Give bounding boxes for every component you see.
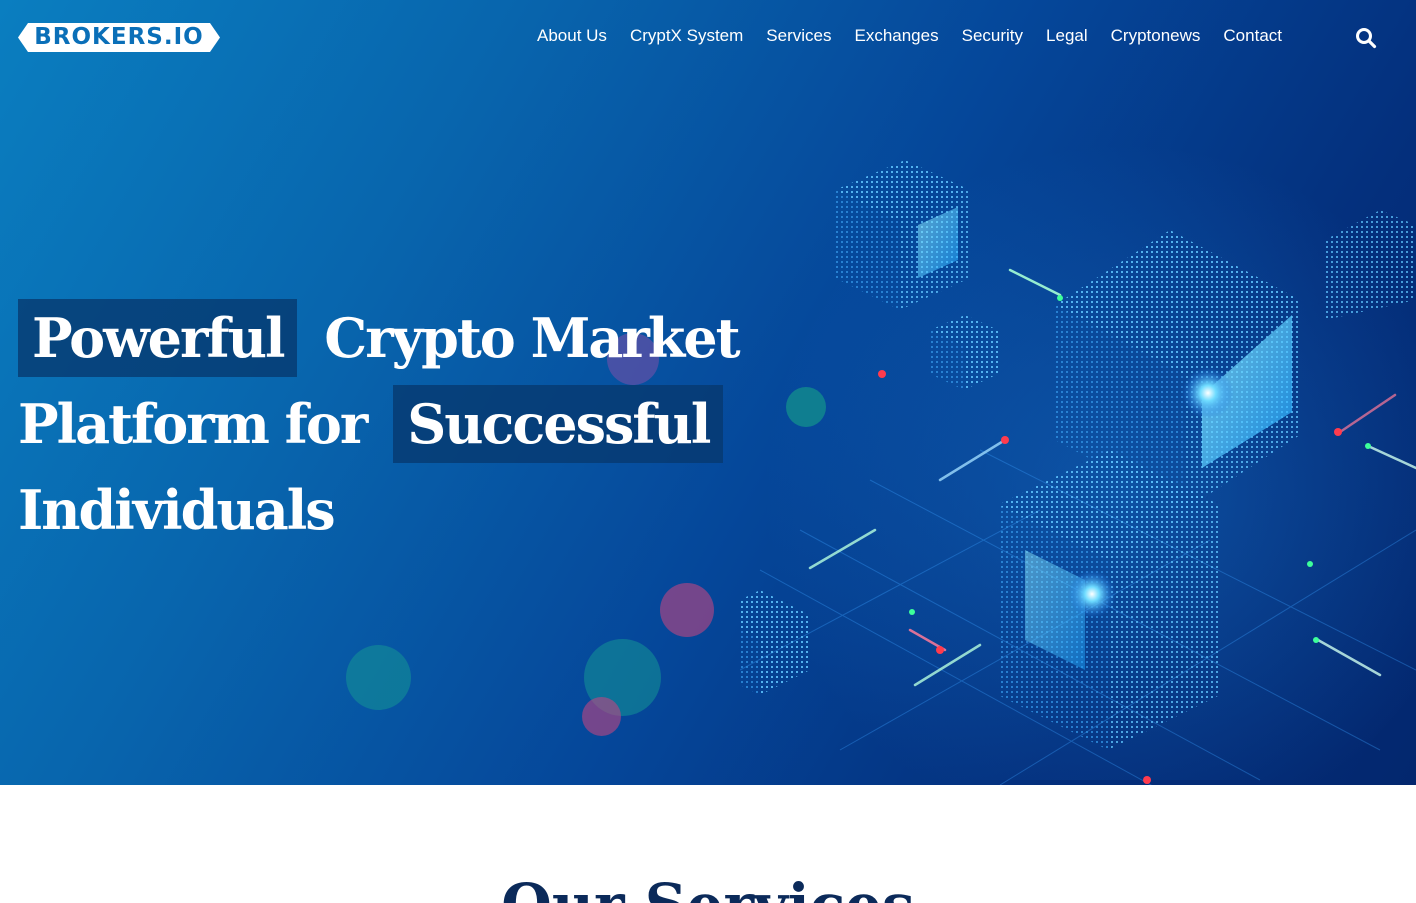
headline-line-3: Individuals: [18, 470, 738, 556]
nav-item-contact[interactable]: Contact: [1223, 24, 1282, 48]
bokeh-bubble: [786, 387, 826, 427]
nav-item-cryptx-system[interactable]: CryptX System: [630, 24, 743, 48]
headline-line-1: Powerful Crypto Market: [18, 298, 741, 384]
nav-item-security[interactable]: Security: [962, 24, 1023, 48]
headline-line-2: Platform for Successful: [18, 384, 738, 470]
hero-headline: Powerful Crypto Market Platform for Succ…: [18, 298, 741, 556]
hero-section: Powerful Crypto Market Platform for Succ…: [0, 0, 1416, 785]
bokeh-bubble: [346, 645, 411, 710]
nav-item-exchanges[interactable]: Exchanges: [854, 24, 938, 48]
nav-item-cryptonews[interactable]: Cryptonews: [1111, 24, 1201, 48]
logo-text: BROKERS.IO: [34, 24, 204, 50]
services-title: Our Services: [0, 870, 1416, 903]
nav-item-about-us[interactable]: About Us: [537, 24, 607, 48]
headline-highlight: Successful: [393, 385, 724, 463]
bokeh-bubble: [660, 583, 714, 637]
brand-logo[interactable]: BROKERS.IO: [18, 23, 220, 52]
headline-highlight: Powerful: [18, 299, 298, 377]
nav-item-legal[interactable]: Legal: [1046, 24, 1088, 48]
headline-text: Platform for: [18, 392, 368, 456]
headline-text: Crypto Market: [324, 306, 740, 370]
nav-item-services[interactable]: Services: [766, 24, 831, 48]
nav-menu: About Us CryptX System Services Exchange…: [537, 24, 1305, 48]
search-icon[interactable]: [1355, 27, 1377, 49]
blockchain-illustration: [740, 160, 1416, 785]
navbar: BROKERS.IO About Us CryptX System Servic…: [0, 0, 1416, 76]
bokeh-bubble: [582, 697, 621, 736]
headline-text: Individuals: [18, 478, 336, 542]
